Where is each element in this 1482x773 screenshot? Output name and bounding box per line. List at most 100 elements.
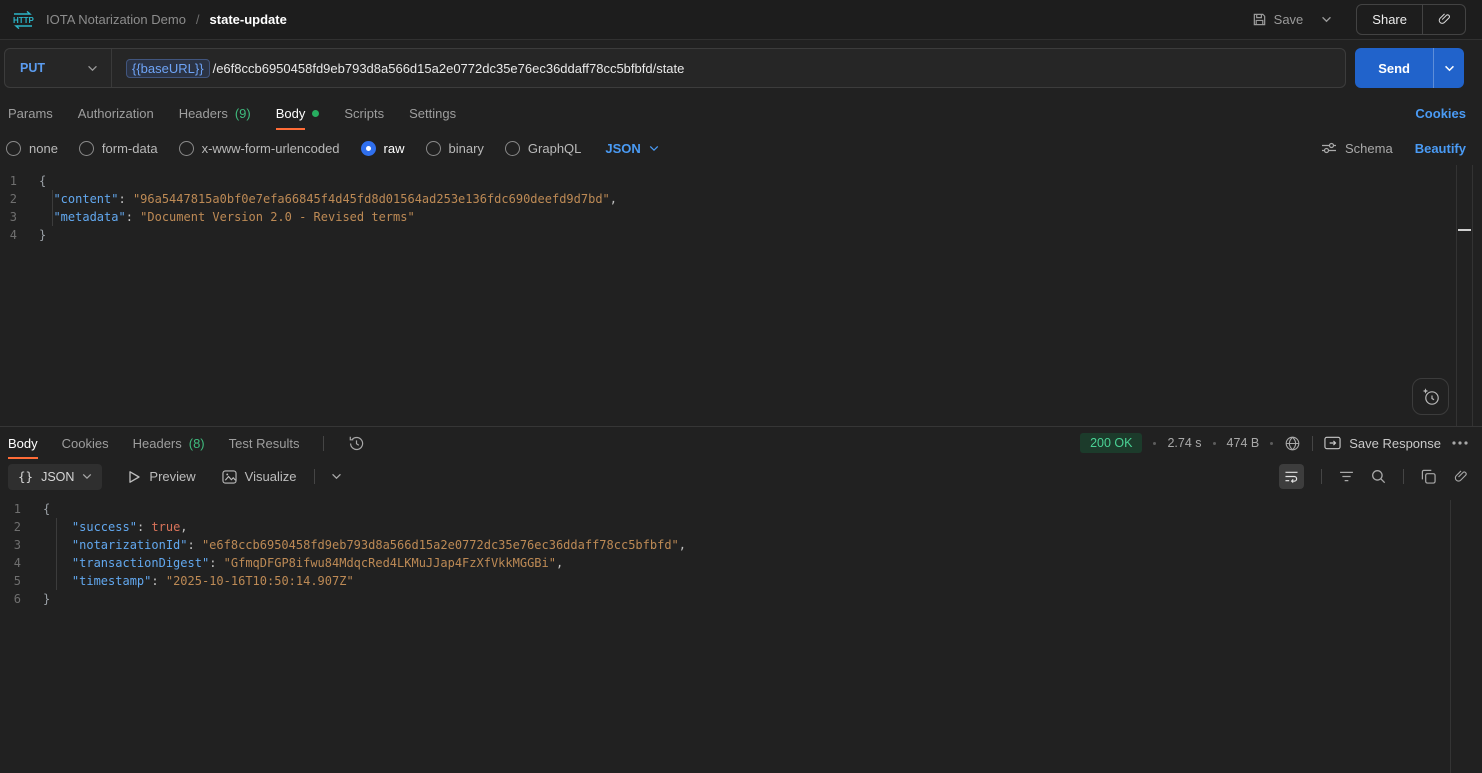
preview-button[interactable]: Preview <box>128 469 196 484</box>
code-content: "timestamp": "2025-10-16T10:50:14.907Z" <box>37 572 354 590</box>
response-format-dropdown[interactable]: {} JSON <box>8 463 103 490</box>
line-number: 1 <box>9 174 17 188</box>
divider <box>1450 500 1451 773</box>
breadcrumb-collection[interactable]: IOTA Notarization Demo <box>46 12 186 27</box>
code-line-2: 2 "success": true, <box>0 518 1482 536</box>
save-options-button[interactable] <box>1313 12 1340 27</box>
request-body-editor[interactable]: 1{2 "content": "96a5447815a0bf0e7efa6684… <box>0 165 1482 426</box>
response-tab-test-results[interactable]: Test Results <box>229 427 300 459</box>
request-code-area[interactable]: 1{2 "content": "96a5447815a0bf0e7efa6684… <box>0 172 1482 244</box>
wrap-text-button[interactable] <box>1279 464 1304 489</box>
code-content[interactable]: "content": "96a5447815a0bf0e7efa66845f4d… <box>33 190 617 208</box>
editor-scrollbar[interactable] <box>1456 165 1473 426</box>
method-dropdown[interactable]: PUT <box>5 61 111 75</box>
tab-body[interactable]: Body <box>275 96 320 131</box>
body-type-radios: none form-data x-www-form-urlencoded raw bin… <box>6 140 659 156</box>
code-line-2[interactable]: 2 "content": "96a5447815a0bf0e7efa66845f… <box>0 190 1482 208</box>
url-variable-chip[interactable]: {{baseURL}} <box>126 58 210 78</box>
save-label: Save <box>1273 12 1304 27</box>
image-icon <box>222 469 237 484</box>
chevron-down-icon <box>649 145 659 151</box>
code-line-4[interactable]: 4} <box>0 226 1482 244</box>
tab-label: Body <box>275 96 305 131</box>
history-icon[interactable] <box>348 435 365 452</box>
response-toolbar: {} JSON Preview Visualize <box>0 459 1482 494</box>
network-globe-icon[interactable] <box>1284 435 1301 452</box>
line-number: 5 <box>13 574 21 588</box>
bodytype-x-www-form-urlencoded[interactable]: x-www-form-urlencoded <box>178 140 340 156</box>
radio-icon <box>78 140 94 156</box>
tab-headers[interactable]: Headers (9) <box>179 96 251 131</box>
tab-label: Test Results <box>228 435 300 451</box>
bodytype-graphql[interactable]: GraphQL <box>504 140 581 156</box>
bodytype-binary[interactable]: binary <box>425 140 484 156</box>
beautify-button[interactable]: Beautify <box>1415 141 1466 156</box>
scrollbar-thumb[interactable] <box>1458 229 1471 231</box>
line-number: 3 <box>13 538 21 552</box>
link-icon <box>1437 12 1452 27</box>
more-options-icon[interactable] <box>1452 441 1468 445</box>
filter-icon[interactable] <box>1339 471 1354 482</box>
bodytype-none[interactable]: none <box>6 140 58 156</box>
url-path: /e6f8ccb6950458fd9eb793d8a566d15a2e0772d… <box>212 60 685 76</box>
save-button[interactable]: Save <box>1246 8 1310 31</box>
token: "content" <box>53 192 119 206</box>
token: , <box>678 538 687 552</box>
radio-icon <box>178 140 194 156</box>
tab-label: Params <box>8 106 53 121</box>
response-meta: 200 OK 2.74 s 474 B Save Response <box>1080 433 1468 453</box>
token: "Document Version 2.0 - Revised terms" <box>140 210 415 224</box>
http-request-icon: HTTP <box>10 10 36 30</box>
copy-link-button[interactable] <box>1423 5 1465 34</box>
cookies-link[interactable]: Cookies <box>1415 106 1466 121</box>
response-time[interactable]: 2.74 s <box>1167 436 1201 450</box>
response-tab-cookies[interactable]: Cookies <box>62 427 109 459</box>
token: { <box>43 502 51 516</box>
top-bar: HTTP IOTA Notarization Demo / state-upda… <box>0 0 1482 40</box>
dot-separator <box>1212 441 1216 445</box>
send-button[interactable]: Send <box>1355 48 1433 88</box>
code-line-3[interactable]: 3 "metadata": "Document Version 2.0 - Re… <box>0 208 1482 226</box>
code-line-1[interactable]: 1{ <box>0 172 1482 190</box>
token: "notarizationId" <box>71 538 188 552</box>
postbot-button[interactable] <box>1412 378 1449 415</box>
bodytype-raw[interactable]: raw <box>360 140 405 156</box>
body-type-row: none form-data x-www-form-urlencoded raw bin… <box>0 131 1482 165</box>
indent-guide <box>56 518 57 590</box>
send-options-button[interactable] <box>1433 48 1464 88</box>
token: "timestamp" <box>71 574 152 588</box>
response-tab-body[interactable]: Body <box>8 427 38 459</box>
tab-params[interactable]: Params <box>8 96 53 131</box>
indent-guide <box>52 190 53 226</box>
raw-language-dropdown[interactable]: JSON <box>605 141 659 156</box>
breadcrumb-request-name[interactable]: state-update <box>210 12 287 27</box>
token: : <box>209 556 224 570</box>
token: , <box>609 192 617 206</box>
code-content[interactable]: "metadata": "Document Version 2.0 - Revi… <box>33 208 415 226</box>
response-toolbar-actions <box>1279 464 1468 489</box>
tab-authorization[interactable]: Authorization <box>78 96 154 131</box>
chevron-down-icon <box>87 65 98 72</box>
url-field[interactable]: {{baseURL}} /e6f8ccb6950458fd9eb793d8a56… <box>112 58 685 78</box>
copy-icon[interactable] <box>1421 469 1436 484</box>
response-tab-headers[interactable]: Headers (8) <box>133 427 205 459</box>
tab-settings[interactable]: Settings <box>409 96 456 131</box>
bodytype-form-data[interactable]: form-data <box>78 140 158 156</box>
save-response-button[interactable]: Save Response <box>1324 436 1441 451</box>
link-icon[interactable] <box>1453 469 1468 484</box>
response-size[interactable]: 474 B <box>1227 436 1260 450</box>
schema-button[interactable]: Schema <box>1321 141 1393 156</box>
tab-scripts[interactable]: Scripts <box>344 96 384 131</box>
code-content[interactable]: { <box>33 172 46 190</box>
line-number: 6 <box>13 592 21 606</box>
more-views-chevron-icon[interactable] <box>331 473 342 480</box>
code-content[interactable]: } <box>33 226 46 244</box>
search-icon[interactable] <box>1371 469 1386 484</box>
dot-separator <box>1270 441 1274 445</box>
visualize-button[interactable]: Visualize <box>222 469 296 484</box>
share-button[interactable]: Share <box>1357 5 1423 34</box>
status-badge[interactable]: 200 OK <box>1080 433 1143 453</box>
response-header: Body Cookies Headers (8) Test Results 200 OK… <box>0 426 1482 459</box>
